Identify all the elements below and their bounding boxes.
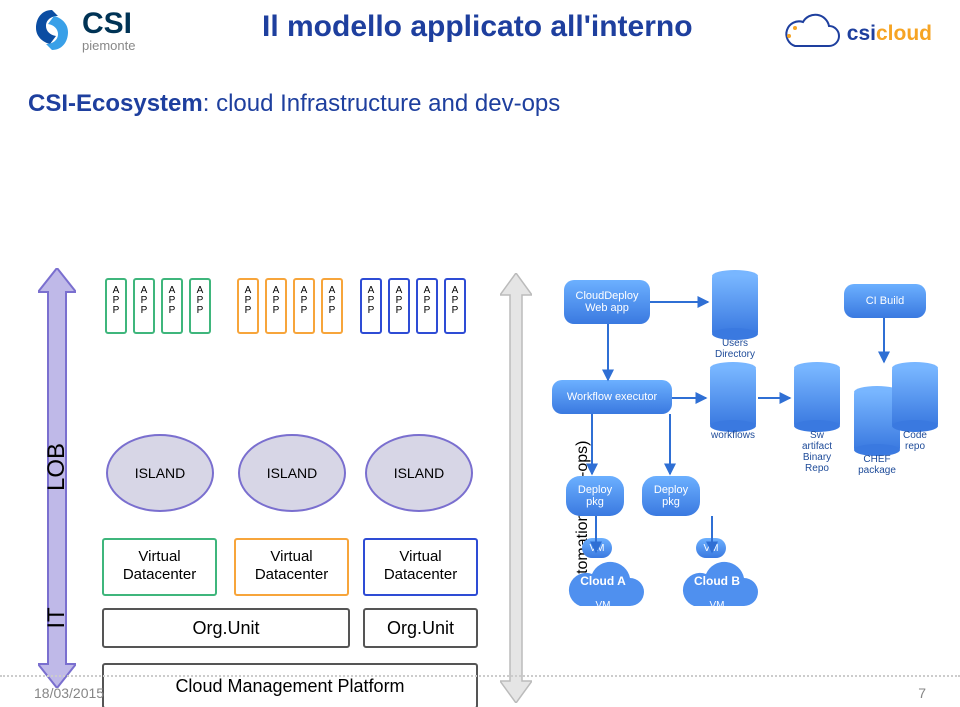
app-group-green: APP APP APP APP bbox=[105, 278, 211, 334]
vm-box: VM bbox=[582, 538, 612, 558]
logo-main-text: CSI bbox=[82, 7, 132, 40]
virtual-datacenter-box: VirtualDatacenter bbox=[363, 538, 478, 596]
users-directory-cylinder: Users Directory bbox=[712, 276, 758, 334]
island-ellipse: ISLAND bbox=[106, 434, 214, 512]
code-repo-cylinder: Code repo bbox=[892, 368, 938, 426]
csi-piemonte-logo: CSI piemonte bbox=[28, 6, 135, 54]
logo-sub-text: piemonte bbox=[82, 38, 135, 53]
cloud-deploy-box: CloudDeployWeb app bbox=[564, 280, 650, 324]
architecture-diagram: LOB IT APP APP APP APP APP APP APP APP A… bbox=[0, 118, 960, 638]
app-box: APP bbox=[237, 278, 259, 334]
devops-flow-diagram: CloudDeployWeb app Users Directory CI Bu… bbox=[552, 276, 944, 676]
it-label: IT bbox=[43, 591, 71, 645]
sw-artifact-cylinder: Sw artifact Binary Repo bbox=[794, 368, 840, 426]
deploy-pkg-box: Deploy pkg bbox=[642, 476, 700, 516]
cloud-brand-text: csicloud bbox=[847, 22, 932, 46]
cloud-b-icon: Cloud B VM bbox=[672, 556, 762, 618]
app-box: APP bbox=[388, 278, 410, 334]
app-box: APP bbox=[360, 278, 382, 334]
cloud-a-icon: Cloud A VM bbox=[558, 556, 648, 618]
virtual-datacenter-box: VirtualDatacenter bbox=[234, 538, 349, 596]
csicloud-logo: csicloud bbox=[777, 12, 932, 56]
app-box: APP bbox=[416, 278, 438, 334]
island-ellipse: ISLAND bbox=[365, 434, 473, 512]
footer-date: 18/03/2015 bbox=[34, 685, 104, 701]
app-group-orange: APP APP APP APP bbox=[237, 278, 343, 334]
app-box: APP bbox=[265, 278, 287, 334]
slide-header: CSI piemonte Il modello applicato all'in… bbox=[0, 0, 960, 76]
vm-box: VM bbox=[696, 538, 726, 558]
ci-build-box: CI Build bbox=[844, 284, 926, 318]
app-box: APP bbox=[105, 278, 127, 334]
workflows-cylinder: workflows bbox=[710, 368, 756, 426]
app-group-blue: APP APP APP APP bbox=[360, 278, 466, 334]
slide-footer: 18/03/2015 7 bbox=[0, 675, 960, 707]
csi-logo-icon bbox=[28, 6, 76, 54]
app-box: APP bbox=[293, 278, 315, 334]
slide-title: Il modello applicato all'interno bbox=[262, 10, 693, 44]
org-unit-box: Org.Unit bbox=[102, 608, 350, 648]
app-box: APP bbox=[161, 278, 183, 334]
automation-arrow-icon bbox=[500, 273, 532, 703]
app-box: APP bbox=[189, 278, 211, 334]
lob-label: LOB bbox=[43, 440, 71, 494]
footer-page: 7 bbox=[918, 685, 926, 701]
island-ellipse: ISLAND bbox=[238, 434, 346, 512]
workflow-executor-box: Workflow executor bbox=[552, 380, 672, 414]
app-box: APP bbox=[133, 278, 155, 334]
app-box: APP bbox=[321, 278, 343, 334]
org-unit-box: Org.Unit bbox=[363, 608, 478, 648]
app-box: APP bbox=[444, 278, 466, 334]
cloud-icon bbox=[777, 12, 841, 56]
slide-subtitle: CSI-Ecosystem: cloud Infrastructure and … bbox=[28, 90, 960, 118]
deploy-pkg-box: Deploy pkg bbox=[566, 476, 624, 516]
virtual-datacenter-box: VirtualDatacenter bbox=[102, 538, 217, 596]
